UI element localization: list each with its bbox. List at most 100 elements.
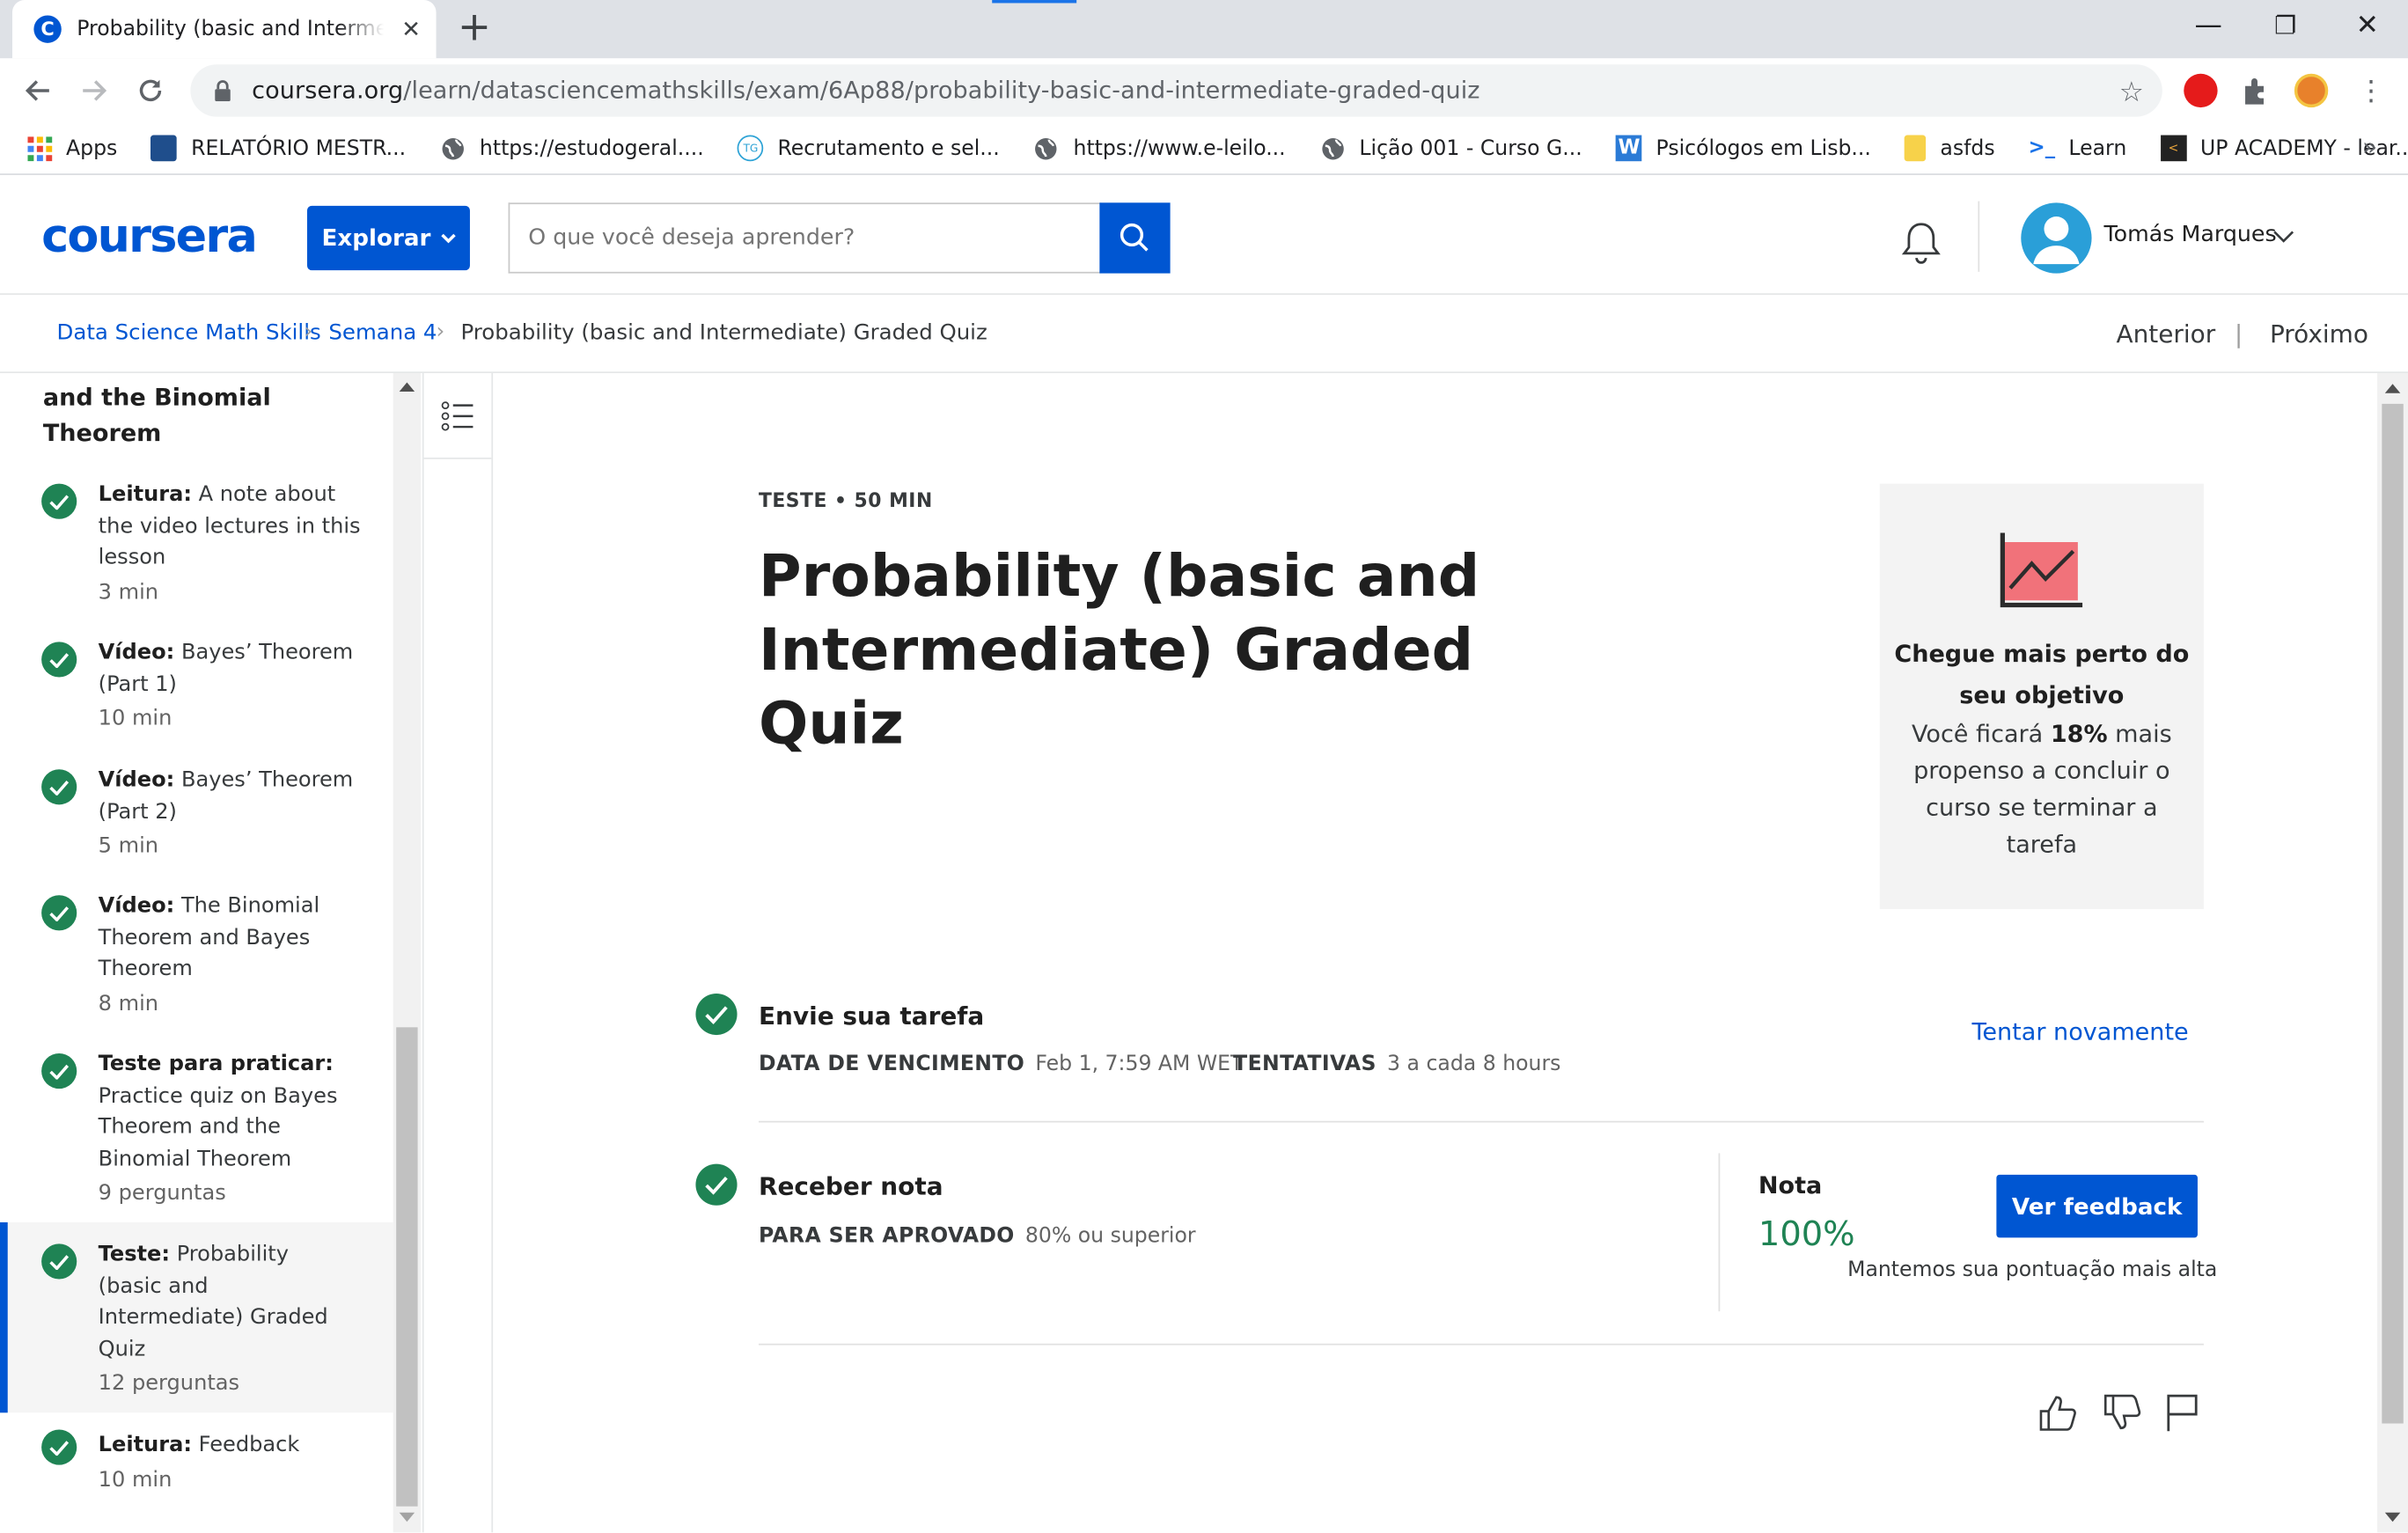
address-bar-row: coursera.org/learn/datasciencemathskills…: [0, 58, 2408, 123]
scroll-down-icon[interactable]: [399, 1512, 415, 1522]
explore-button[interactable]: Explorar: [306, 205, 470, 271]
back-icon[interactable]: [20, 72, 57, 109]
sidebar-item-title: Teste: Probability (basic and Intermedia…: [99, 1239, 344, 1366]
goal-card-heading: Chegue mais perto do seu objetivo: [1894, 640, 2190, 710]
breadcrumb-chevron-icon: ›: [436, 319, 445, 344]
section-divider: [758, 1343, 2204, 1346]
bookmark-relatorio[interactable]: RELATÓRIO MESTR...: [150, 135, 407, 162]
site-icon: [150, 135, 178, 162]
extensions-puzzle-icon[interactable]: [2239, 74, 2272, 107]
tab-close-icon[interactable]: ✕: [401, 15, 421, 42]
reload-icon[interactable]: [132, 72, 169, 109]
nav-divider: |: [2234, 319, 2243, 349]
item-type: Leitura:: [98, 1432, 193, 1457]
pass-requirement: PARA SER APROVADO 80% ou superior: [759, 1224, 1196, 1249]
sidebar-scrollbar[interactable]: [393, 373, 422, 1533]
user-name[interactable]: Tomás Marques: [2104, 223, 2277, 247]
globe-icon: [1319, 136, 1346, 162]
url-field[interactable]: coursera.org/learn/datasciencemathskills…: [190, 64, 2162, 117]
site-icon: W: [1616, 135, 1642, 162]
breadcrumb-course[interactable]: Data Science Math Skills: [57, 321, 321, 346]
next-link[interactable]: Próximo: [2270, 319, 2368, 348]
sidebar-item-title: Vídeo: Bayes’ Theorem (Part 1): [99, 637, 363, 700]
bookmark-label: RELATÓRIO MESTR...: [191, 136, 407, 161]
bookmark-estudogeral[interactable]: https://estudogeral....: [440, 136, 704, 162]
sidebar-item-binomial-bayes[interactable]: Vídeo: The Binomial Theorem and Bayes Th…: [0, 891, 393, 1020]
bookmark-star-icon[interactable]: ☆: [2119, 77, 2144, 109]
outline-toggle-column: [422, 373, 494, 1533]
scrollbar-thumb[interactable]: [2382, 403, 2404, 1424]
scrollbar-thumb[interactable]: [396, 1027, 418, 1507]
bookmark-apps[interactable]: Apps: [26, 136, 117, 162]
scroll-down-icon[interactable]: [2384, 1512, 2401, 1522]
notifications-bell-icon[interactable]: [1899, 220, 1942, 266]
course-outline-sidebar: and the Binomial Theorem Leitura: A note…: [0, 373, 393, 1533]
bookmarks-bar: Apps RELATÓRIO MESTR... https://estudoge…: [0, 122, 2408, 175]
bookmark-label: asfds: [1940, 136, 1995, 161]
retry-link[interactable]: Tentar novamente: [1971, 1018, 2188, 1045]
site-header: coursera Explorar O que você deseja apre…: [0, 176, 2408, 296]
bookmark-recrutamento[interactable]: TG Recrutamento e sel...: [738, 135, 1000, 162]
sidebar-item-bayes-part2[interactable]: Vídeo: Bayes’ Theorem (Part 2) 5 min: [0, 765, 393, 862]
sidebar-item-note-video-lectures[interactable]: Leitura: A note about the video lectures…: [0, 479, 393, 608]
bookmark-learn[interactable]: >_ Learn: [2028, 136, 2127, 162]
previous-link[interactable]: Anterior: [2116, 319, 2215, 348]
completed-check-icon: [41, 642, 77, 678]
user-menu-chevron-icon[interactable]: [2272, 229, 2294, 244]
search-input[interactable]: O que você deseja aprender?: [508, 202, 1102, 274]
main-scrollbar[interactable]: [2377, 373, 2408, 1533]
item-duration: 10 min: [98, 706, 173, 731]
completed-check-icon: [41, 483, 77, 519]
forward-icon[interactable]: [76, 72, 113, 109]
globe-icon: [1033, 136, 1060, 162]
thumbs-down-icon[interactable]: [2103, 1393, 2142, 1433]
bookmark-psicologos[interactable]: W Psicólogos em Lisb...: [1616, 135, 1871, 162]
goal-text-percent: 18%: [2050, 720, 2108, 748]
extension-adblock-icon[interactable]: [2184, 73, 2218, 108]
pass-value: 80% ou superior: [1024, 1223, 1196, 1249]
sidebar-item-title: Leitura: A note about the video lectures…: [99, 479, 363, 574]
sidebar-item-feedback[interactable]: Leitura: Feedback 10 min: [0, 1429, 393, 1496]
sidebar-item-bayes-part1[interactable]: Vídeo: Bayes’ Theorem (Part 1) 10 min: [0, 637, 393, 735]
outline-list-icon[interactable]: [423, 373, 492, 459]
bookmark-label: Lição 001 - Curso G...: [1359, 136, 1582, 161]
url-host: coursera.org: [252, 77, 404, 105]
due-label: DATA DE VENCIMENTO: [758, 1052, 1025, 1077]
thumbs-up-icon[interactable]: [2037, 1393, 2077, 1433]
item-duration: 5 min: [98, 833, 159, 859]
section-title-line: Theorem: [42, 419, 162, 447]
bookmark-asfds[interactable]: asfds: [1905, 135, 1995, 162]
user-avatar-icon[interactable]: [2021, 202, 2092, 274]
scroll-up-icon[interactable]: [2384, 384, 2401, 393]
url-path: /learn/datasciencemathskills/exam/6Ap88/…: [403, 77, 1480, 105]
terminal-icon: >_: [2028, 136, 2056, 160]
sidebar-item-practice-quiz[interactable]: Teste para praticar: Practice quiz on Ba…: [0, 1049, 393, 1210]
sidebar-item-graded-quiz[interactable]: Teste: Probability (basic and Intermedia…: [0, 1221, 393, 1413]
completed-check-icon: [41, 895, 77, 931]
bookmark-label: Psicólogos em Lisb...: [1656, 136, 1871, 161]
globe-icon: [440, 136, 466, 162]
bookmark-licao[interactable]: Lição 001 - Curso G...: [1319, 136, 1582, 162]
breadcrumb-chevron-icon: ›: [304, 319, 313, 344]
section-title-line: and the Binomial: [42, 384, 271, 412]
browser-tab[interactable]: C Probability (basic and Intermediate) G…: [11, 0, 437, 59]
window-close-icon[interactable]: ✕: [2356, 9, 2379, 42]
search-button[interactable]: [1099, 202, 1171, 274]
item-duration: 8 min: [98, 991, 159, 1016]
browser-menu-icon[interactable]: ⋮: [2353, 72, 2390, 109]
flag-icon[interactable]: [2165, 1393, 2199, 1433]
restore-icon[interactable]: ❐: [2274, 9, 2296, 42]
view-feedback-button[interactable]: Ver feedback: [1996, 1174, 2198, 1238]
submit-complete-check-icon: [695, 993, 738, 1036]
profile-avatar-icon[interactable]: [2294, 73, 2329, 108]
coursera-logo[interactable]: coursera: [41, 210, 258, 264]
breadcrumb-week[interactable]: Semana 4: [328, 321, 437, 346]
completed-check-icon: [41, 1243, 77, 1280]
scroll-up-icon[interactable]: [399, 382, 415, 392]
explore-label: Explorar: [321, 224, 431, 253]
bookmarks-overflow-icon[interactable]: »: [2362, 132, 2377, 161]
minimize-icon[interactable]: —: [2194, 9, 2221, 42]
attempts: TENTATIVAS 3 a cada 8 hours: [1233, 1052, 1560, 1076]
new-tab-icon[interactable]: +: [458, 6, 491, 49]
bookmark-e-leilo[interactable]: https://www.e-leilo...: [1033, 136, 1286, 162]
